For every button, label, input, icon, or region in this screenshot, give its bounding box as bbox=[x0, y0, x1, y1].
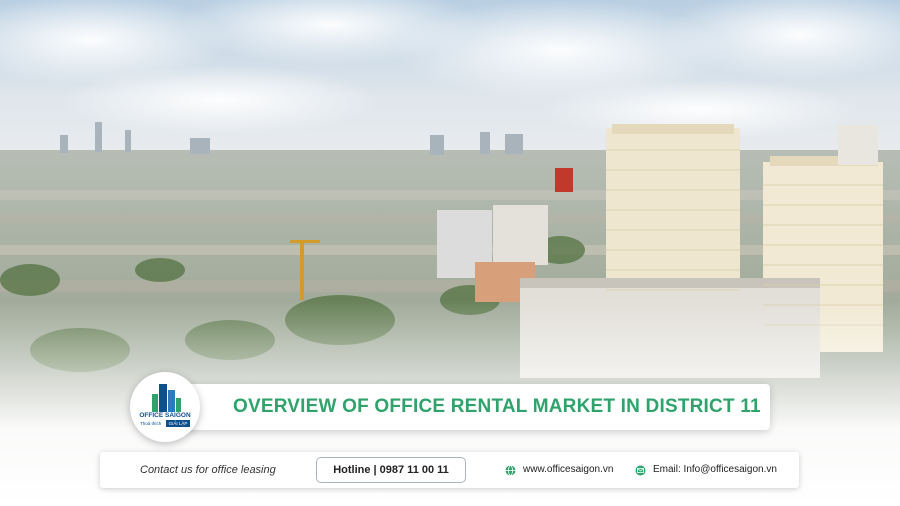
website-link[interactable]: www.officesaigon.vn bbox=[523, 452, 613, 488]
logo-brand-text: OFFICE SAIGON bbox=[139, 412, 191, 419]
logo-tagline: Thoả thích bbox=[140, 421, 162, 426]
banner-title: OVERVIEW OF OFFICE RENTAL MARKET IN DIST… bbox=[233, 396, 761, 417]
city-skyline-logo-icon bbox=[152, 384, 181, 412]
office-saigon-logo: OFFICE SAIGON Thoả thích GIẢI LẬP bbox=[130, 372, 200, 442]
globe-icon bbox=[505, 465, 516, 476]
contact-label: Contact us for office leasing bbox=[140, 464, 276, 476]
contact-bar: Contact us for office leasing Hotline | … bbox=[100, 452, 799, 488]
email-link[interactable]: Email: Info@officesaigon.vn bbox=[653, 452, 777, 488]
logo-tagline-highlight: GIẢI LẬP bbox=[166, 420, 190, 427]
mail-icon bbox=[635, 465, 646, 476]
title-banner: OVERVIEW OF OFFICE RENTAL MARKET IN DIST… bbox=[185, 384, 770, 430]
hotline-button[interactable]: Hotline | 0987 11 00 11 bbox=[316, 457, 466, 483]
